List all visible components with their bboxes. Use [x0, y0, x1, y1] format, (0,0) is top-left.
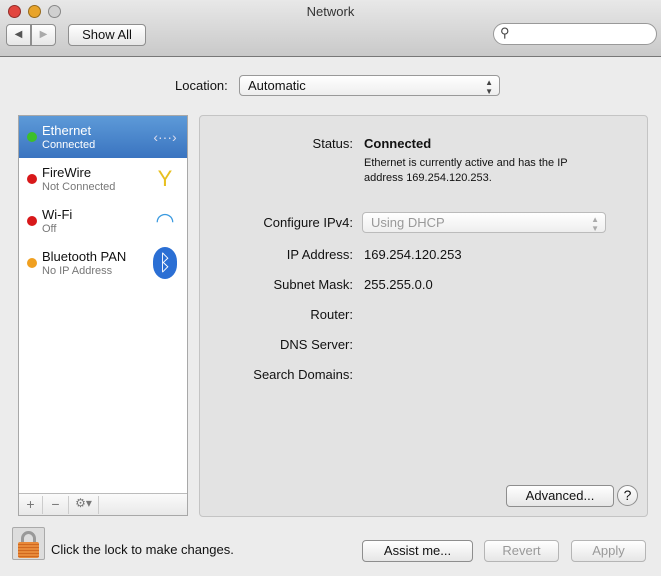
gear-menu-button[interactable]: ⚙▾	[69, 496, 99, 514]
service-name: Ethernet	[42, 123, 92, 138]
dns-server-label: DNS Server:	[280, 337, 353, 352]
revert-button[interactable]: Revert	[484, 540, 559, 562]
service-item-ethernet[interactable]: Ethernet Connected ‹···›	[19, 116, 187, 158]
service-name: Bluetooth PAN	[42, 249, 127, 264]
status-label: Status:	[312, 136, 353, 151]
apply-button[interactable]: Apply	[571, 540, 646, 562]
advanced-button[interactable]: Advanced...	[506, 485, 614, 507]
location-label: Location:	[175, 78, 228, 93]
add-service-button[interactable]: +	[19, 496, 43, 514]
status-dot-icon	[27, 174, 37, 184]
service-item-firewire[interactable]: FireWire Not Connected Y	[19, 158, 187, 200]
service-name: FireWire	[42, 165, 92, 180]
configure-ipv4-select[interactable]: Using DHCP ▲ ▼	[362, 212, 606, 233]
lock-icon	[18, 542, 39, 558]
detail-panel: Status: Connected Ethernet is currently …	[199, 115, 648, 517]
back-button[interactable]: ◀	[6, 24, 31, 46]
service-status: Not Connected	[42, 181, 116, 193]
location-select[interactable]: Automatic ▲ ▼	[239, 75, 500, 96]
status-dot-icon	[27, 216, 37, 226]
bluetooth-icon: ᛒ	[153, 247, 177, 279]
updown-arrows-icon: ▲ ▼	[591, 215, 599, 233]
service-list[interactable]: Ethernet Connected ‹···› FireWire Not Co…	[18, 115, 188, 516]
list-toolbar: + − ⚙▾	[19, 493, 187, 515]
updown-arrows-icon: ▲ ▼	[485, 78, 493, 96]
service-status: Off	[42, 223, 57, 235]
status-dot-icon	[27, 132, 37, 142]
wifi-icon: ◠	[155, 208, 175, 233]
forward-button[interactable]: ▶	[31, 24, 56, 46]
search-input[interactable]: ⚲	[493, 23, 657, 45]
subnet-mask-label: Subnet Mask:	[273, 277, 354, 292]
toolbar: Network ◀ ▶ Show All ⚲	[0, 0, 661, 57]
location-value: Automatic	[248, 78, 306, 93]
configure-ipv4-label: Configure IPv4:	[263, 215, 353, 230]
subnet-mask-value: 255.255.0.0	[364, 277, 433, 292]
service-item-bluetooth-pan[interactable]: Bluetooth PAN No IP Address ᛒ	[19, 242, 187, 284]
status-description-2: address 169.254.120.253.	[364, 172, 492, 184]
assist-me-button[interactable]: Assist me...	[362, 540, 473, 562]
status-value: Connected	[364, 136, 432, 151]
service-name: Wi-Fi	[42, 207, 73, 222]
ethernet-icon: ‹···›	[153, 129, 177, 145]
help-button[interactable]: ?	[617, 485, 638, 506]
search-icon: ⚲	[500, 25, 510, 40]
lock-text: Click the lock to make changes.	[51, 542, 234, 557]
ip-address-value: 169.254.120.253	[364, 247, 462, 262]
search-domains-label: Search Domains:	[253, 367, 353, 382]
ip-address-label: IP Address:	[286, 247, 353, 262]
firewire-icon: Y	[157, 166, 173, 191]
configure-ipv4-value: Using DHCP	[371, 215, 445, 230]
service-status: No IP Address	[42, 265, 113, 277]
show-all-button[interactable]: Show All	[68, 24, 146, 46]
window-title: Network	[306, 4, 355, 19]
lock-button[interactable]	[12, 527, 45, 560]
status-description: Ethernet is currently active and has the…	[364, 157, 568, 169]
service-status: Connected	[42, 139, 96, 151]
status-dot-icon	[27, 258, 37, 268]
remove-service-button[interactable]: −	[43, 496, 69, 514]
router-label: Router:	[310, 307, 353, 322]
service-item-wi-fi[interactable]: Wi-Fi Off ◠	[19, 200, 187, 242]
